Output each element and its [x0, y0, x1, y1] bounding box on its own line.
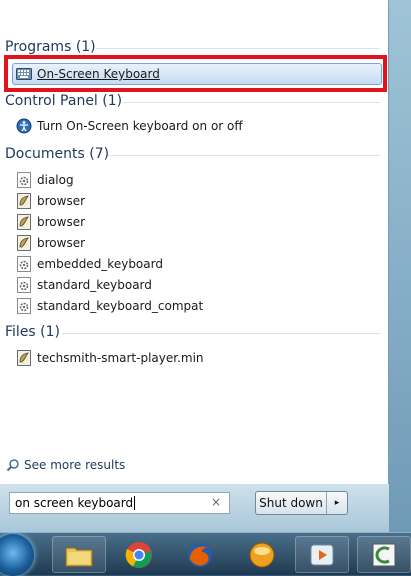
divider — [124, 102, 380, 103]
see-more-label: See more results — [24, 458, 126, 472]
ease-of-access-icon — [16, 118, 32, 134]
result-label: browser — [37, 194, 86, 208]
search-input[interactable]: on screen keyboard × — [9, 492, 230, 514]
result-standard-keyboard[interactable]: standard_keyboard — [16, 275, 380, 295]
app-orb-icon[interactable] — [235, 536, 289, 573]
start-orb-icon[interactable] — [0, 534, 34, 576]
script-document-icon — [16, 193, 32, 209]
clear-search-icon[interactable]: × — [211, 495, 221, 509]
result-browser[interactable]: browser — [16, 212, 380, 232]
media-player-icon[interactable] — [295, 536, 349, 573]
script-document-icon — [16, 214, 32, 230]
start-menu: Programs (1) On-Screen Keyboard Control … — [0, 0, 411, 532]
gear-document-icon — [16, 298, 32, 314]
divider — [96, 48, 380, 49]
result-label: browser — [37, 236, 86, 250]
result-label: browser — [37, 215, 86, 229]
menu-right-pane-edge — [389, 0, 411, 532]
shutdown-button[interactable]: Shut down ▸ — [255, 491, 348, 515]
shutdown-options-arrow-icon[interactable]: ▸ — [326, 492, 347, 514]
result-embedded-keyboard[interactable]: embedded_keyboard — [16, 254, 380, 274]
result-dialog[interactable]: dialog — [16, 170, 380, 190]
result-standard-keyboard-compat[interactable]: standard_keyboard_compat — [16, 296, 380, 316]
divider — [108, 155, 380, 156]
search-input-value: on screen keyboard — [15, 496, 134, 510]
script-document-icon — [16, 235, 32, 251]
gear-document-icon — [16, 172, 32, 188]
script-document-icon — [16, 350, 32, 366]
result-browser[interactable]: browser — [16, 191, 380, 211]
gear-document-icon — [16, 256, 32, 272]
file-explorer-icon[interactable] — [52, 536, 106, 573]
result-label: dialog — [37, 173, 74, 187]
shutdown-label: Shut down — [259, 496, 323, 510]
result-label: embedded_keyboard — [37, 257, 163, 271]
gear-document-icon — [16, 277, 32, 293]
text-caret — [134, 496, 136, 510]
result-turn-on-screen-keyboard[interactable]: Turn On-Screen keyboard on or off — [16, 116, 380, 136]
magnifier-icon — [6, 458, 20, 472]
documents-group-header[interactable]: Documents (7) — [5, 144, 109, 164]
result-techsmith-smart-player[interactable]: techsmith-smart-player.min — [16, 348, 380, 368]
camtasia-icon[interactable] — [357, 536, 411, 573]
control-panel-group-header[interactable]: Control Panel (1) — [5, 91, 122, 111]
divider — [62, 333, 380, 334]
result-browser[interactable]: browser — [16, 233, 380, 253]
result-label: Turn On-Screen keyboard on or off — [37, 119, 243, 133]
files-group-header[interactable]: Files (1) — [5, 322, 60, 342]
firefox-icon[interactable] — [173, 536, 227, 573]
annotation-highlight-box — [4, 55, 387, 92]
see-more-results-link[interactable]: See more results — [6, 456, 125, 474]
result-label: standard_keyboard — [37, 278, 152, 292]
taskbar — [0, 532, 411, 576]
result-label: standard_keyboard_compat — [37, 299, 204, 313]
programs-group-header[interactable]: Programs (1) — [5, 37, 96, 57]
chrome-icon[interactable] — [112, 536, 166, 573]
result-label: techsmith-smart-player.min — [37, 351, 204, 365]
